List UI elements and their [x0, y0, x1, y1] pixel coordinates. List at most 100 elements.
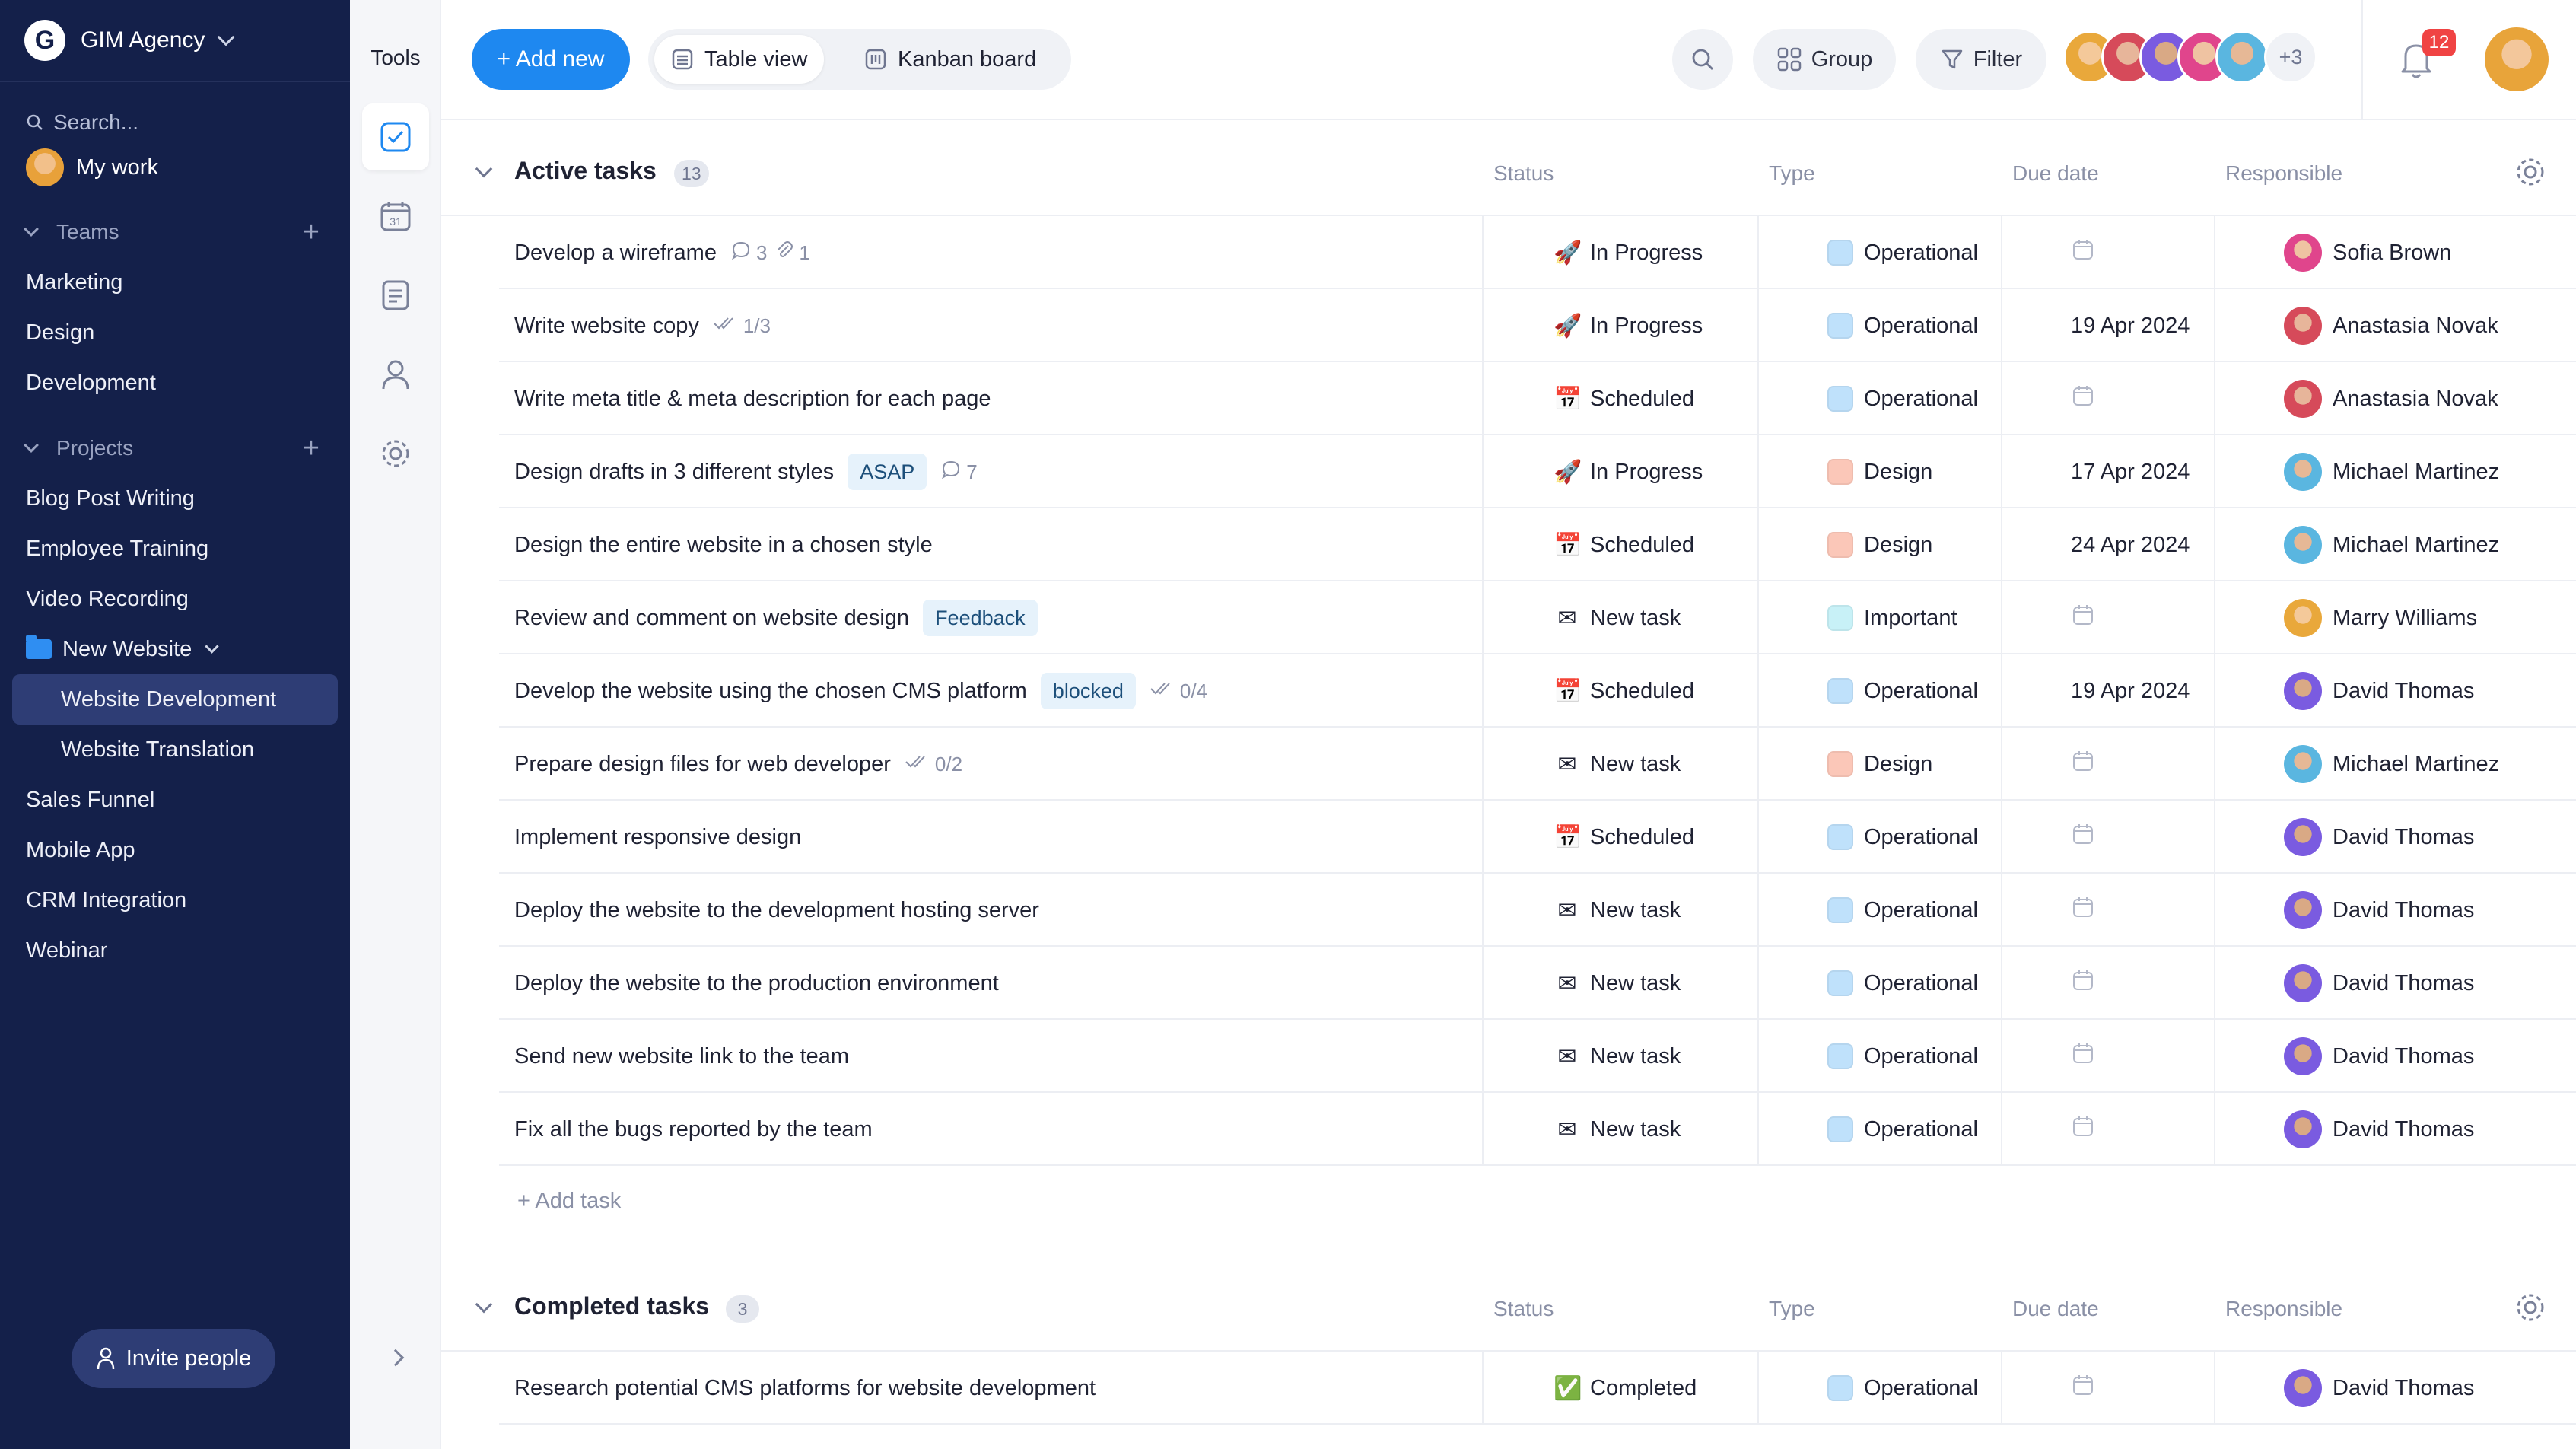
task-name-cell[interactable]: Send new website link to the team — [514, 1020, 849, 1093]
chevron-down-icon[interactable] — [475, 160, 493, 178]
task-name[interactable]: Send new website link to the team — [514, 1044, 849, 1069]
task-name-cell[interactable]: Review and comment on website design Feed… — [514, 581, 1038, 654]
responsible-cell[interactable]: David Thomas — [2284, 1020, 2474, 1093]
table-row[interactable]: Fix all the bugs reported by the team ✉ Ne… — [499, 1093, 2576, 1166]
responsible-cell[interactable]: Marry Williams — [2284, 581, 2477, 654]
status-cell[interactable]: 🚀 In Progress — [1554, 289, 1703, 362]
status-cell[interactable]: 🚀 In Progress — [1554, 216, 1703, 289]
status-cell[interactable]: ✉ New task — [1554, 728, 1681, 801]
due-date-cell[interactable] — [2071, 216, 2095, 289]
task-name[interactable]: Deploy the website to the development ho… — [514, 898, 1039, 923]
more-members-badge[interactable]: +3 — [2264, 30, 2317, 84]
type-cell[interactable]: Operational — [1827, 1020, 1978, 1093]
table-row[interactable]: Design the entire website in a chosen st… — [499, 508, 2576, 581]
status-cell[interactable]: 📅 Scheduled — [1554, 801, 1694, 874]
task-name-cell[interactable]: Deploy the website to the development ho… — [514, 874, 1039, 947]
responsible-cell[interactable]: Sofia Brown — [2284, 216, 2451, 289]
responsible-cell[interactable]: Anastasia Novak — [2284, 362, 2498, 435]
tab-kanban-board[interactable]: Kanban board — [848, 35, 1053, 84]
settings-icon[interactable] — [362, 420, 429, 487]
task-name-cell[interactable]: Prepare design files for web developer 0/… — [514, 728, 962, 801]
group-button[interactable]: Group — [1753, 29, 1896, 90]
sidebar-item-mobile-app[interactable]: Mobile App — [0, 825, 350, 875]
sidebar-item-marketing[interactable]: Marketing — [0, 257, 350, 307]
column-header-responsible[interactable]: Responsible — [2225, 161, 2342, 186]
column-header-type[interactable]: Type — [1769, 1297, 1815, 1321]
column-header-status[interactable]: Status — [1493, 1297, 1554, 1321]
due-date-cell[interactable] — [2071, 1093, 2095, 1166]
status-cell[interactable]: 📅 Scheduled — [1554, 508, 1694, 581]
add-new-button[interactable]: + Add new — [472, 29, 630, 90]
table-row[interactable]: Write meta title & meta description for … — [499, 362, 2576, 435]
add-task-button[interactable]: + Add task — [517, 1189, 621, 1214]
responsible-cell[interactable]: Michael Martinez — [2284, 435, 2499, 508]
task-name[interactable]: Review and comment on website design — [514, 606, 909, 631]
table-row[interactable]: Design drafts in 3 different styles ASAP 7… — [499, 435, 2576, 508]
sidebar-item-crm-integration[interactable]: CRM Integration — [0, 875, 350, 925]
task-name-cell[interactable]: Fix all the bugs reported by the team — [514, 1093, 873, 1166]
subtasks-progress[interactable]: 1/3 — [713, 314, 771, 338]
type-cell[interactable]: Operational — [1827, 1352, 1978, 1425]
task-name-cell[interactable]: Implement responsive design — [514, 801, 801, 874]
workspace-switcher[interactable]: G GIM Agency — [0, 0, 350, 82]
settings-icon[interactable] — [2514, 155, 2547, 189]
subtasks-progress[interactable]: 0/2 — [905, 753, 962, 776]
column-header-type[interactable]: Type — [1769, 161, 1815, 186]
document-icon[interactable] — [362, 262, 429, 329]
task-name[interactable]: Develop the website using the chosen CMS… — [514, 679, 1027, 704]
task-name-cell[interactable]: Write meta title & meta description for … — [514, 362, 991, 435]
add-project-icon[interactable]: + — [303, 434, 320, 463]
sidebar-item-development[interactable]: Development — [0, 358, 350, 408]
add-team-icon[interactable]: + — [303, 218, 320, 247]
status-cell[interactable]: ✉ New task — [1554, 581, 1681, 654]
type-cell[interactable]: Operational — [1827, 362, 1978, 435]
calendar-icon[interactable]: 31 — [362, 183, 429, 250]
task-name-cell[interactable]: Design drafts in 3 different styles ASAP 7 — [514, 435, 978, 508]
table-row[interactable]: Develop a wireframe 3 1 🚀 In Progress Operati… — [499, 216, 2576, 289]
due-date-cell[interactable] — [2071, 728, 2095, 801]
type-cell[interactable]: Design — [1827, 728, 1932, 801]
due-date-cell[interactable] — [2071, 874, 2095, 947]
sidebar-item-website-translation[interactable]: Website Translation — [0, 724, 350, 775]
due-date-cell[interactable]: 17 Apr 2024 — [2071, 435, 2190, 508]
due-date-cell[interactable]: 19 Apr 2024 — [2071, 654, 2190, 728]
table-row[interactable]: Research potential CMS platforms for web… — [499, 1352, 2576, 1425]
type-cell[interactable]: Operational — [1827, 216, 1978, 289]
due-date-cell[interactable]: 19 Apr 2024 — [2071, 289, 2190, 362]
sidebar-item-design[interactable]: Design — [0, 307, 350, 358]
due-date-cell[interactable] — [2071, 581, 2095, 654]
status-cell[interactable]: 📅 Scheduled — [1554, 362, 1694, 435]
projects-section-header[interactable]: Projects + — [0, 423, 350, 473]
teams-section-header[interactable]: Teams + — [0, 207, 350, 257]
task-name-cell[interactable]: Design the entire website in a chosen st… — [514, 508, 933, 581]
person-icon[interactable] — [362, 341, 429, 408]
comments-count[interactable]: 7 — [940, 459, 978, 486]
sidebar-item-employee-training[interactable]: Employee Training — [0, 524, 350, 574]
task-name[interactable]: Prepare design files for web developer — [514, 752, 891, 777]
column-header-due-date[interactable]: Due date — [2012, 161, 2099, 186]
task-name[interactable]: Develop a wireframe — [514, 240, 717, 266]
task-name[interactable]: Research potential CMS platforms for web… — [514, 1376, 1096, 1401]
column-header-status[interactable]: Status — [1493, 161, 1554, 186]
search-button[interactable] — [1672, 29, 1733, 90]
due-date-cell[interactable] — [2071, 801, 2095, 874]
task-name[interactable]: Implement responsive design — [514, 825, 801, 850]
task-name-cell[interactable]: Develop a wireframe 3 1 — [514, 216, 810, 289]
table-row[interactable]: Deploy the website to the development ho… — [499, 874, 2576, 947]
sidebar-item-blog-post-writing[interactable]: Blog Post Writing — [0, 473, 350, 524]
responsible-cell[interactable]: David Thomas — [2284, 947, 2474, 1020]
type-cell[interactable]: Design — [1827, 435, 1932, 508]
table-row[interactable]: Send new website link to the team ✉ New ta… — [499, 1020, 2576, 1093]
sidebar-item-website-development[interactable]: Website Development — [12, 674, 338, 724]
status-cell[interactable]: 📅 Scheduled — [1554, 654, 1694, 728]
responsible-cell[interactable]: Anastasia Novak — [2284, 289, 2498, 362]
invite-people-button[interactable]: Invite people — [72, 1329, 275, 1388]
task-name[interactable]: Deploy the website to the production env… — [514, 971, 999, 996]
chevron-down-icon[interactable] — [475, 1295, 493, 1314]
table-row[interactable]: Write website copy 1/3 🚀 In Progress Operati… — [499, 289, 2576, 362]
attachments-count[interactable]: 1 — [774, 240, 810, 266]
task-name-cell[interactable]: Write website copy 1/3 — [514, 289, 771, 362]
sidebar-item-my-work[interactable]: My work — [0, 143, 350, 192]
status-cell[interactable]: ✉ New task — [1554, 1093, 1681, 1166]
comments-count[interactable]: 3 — [730, 240, 767, 266]
